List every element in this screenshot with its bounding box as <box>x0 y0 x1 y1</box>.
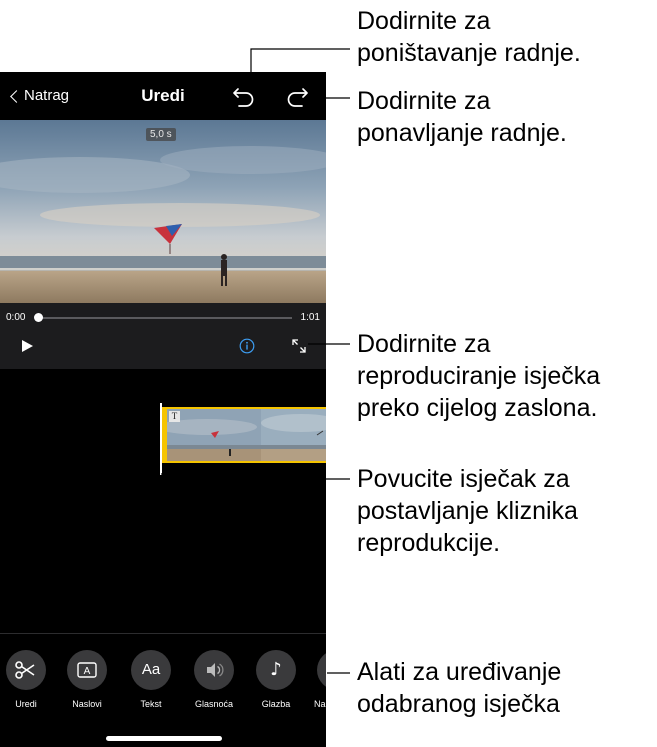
callout-tools: Alati za uređivanje odabranog isječka <box>357 658 562 718</box>
callout-clip: Povucite isječak za postavljanje kliznik… <box>357 465 578 557</box>
callout-redo: Dodirnite za ponavljanje radnje. <box>357 87 567 147</box>
callout-fullscreen: Dodirnite za reproduciranje isječka prek… <box>357 330 601 422</box>
callout-undo: Dodirnite za poništavanje radnje. <box>357 7 581 67</box>
clip-leader-line <box>161 473 350 480</box>
title-marker-icon: T <box>169 411 180 422</box>
undo-leader-line <box>250 48 350 90</box>
